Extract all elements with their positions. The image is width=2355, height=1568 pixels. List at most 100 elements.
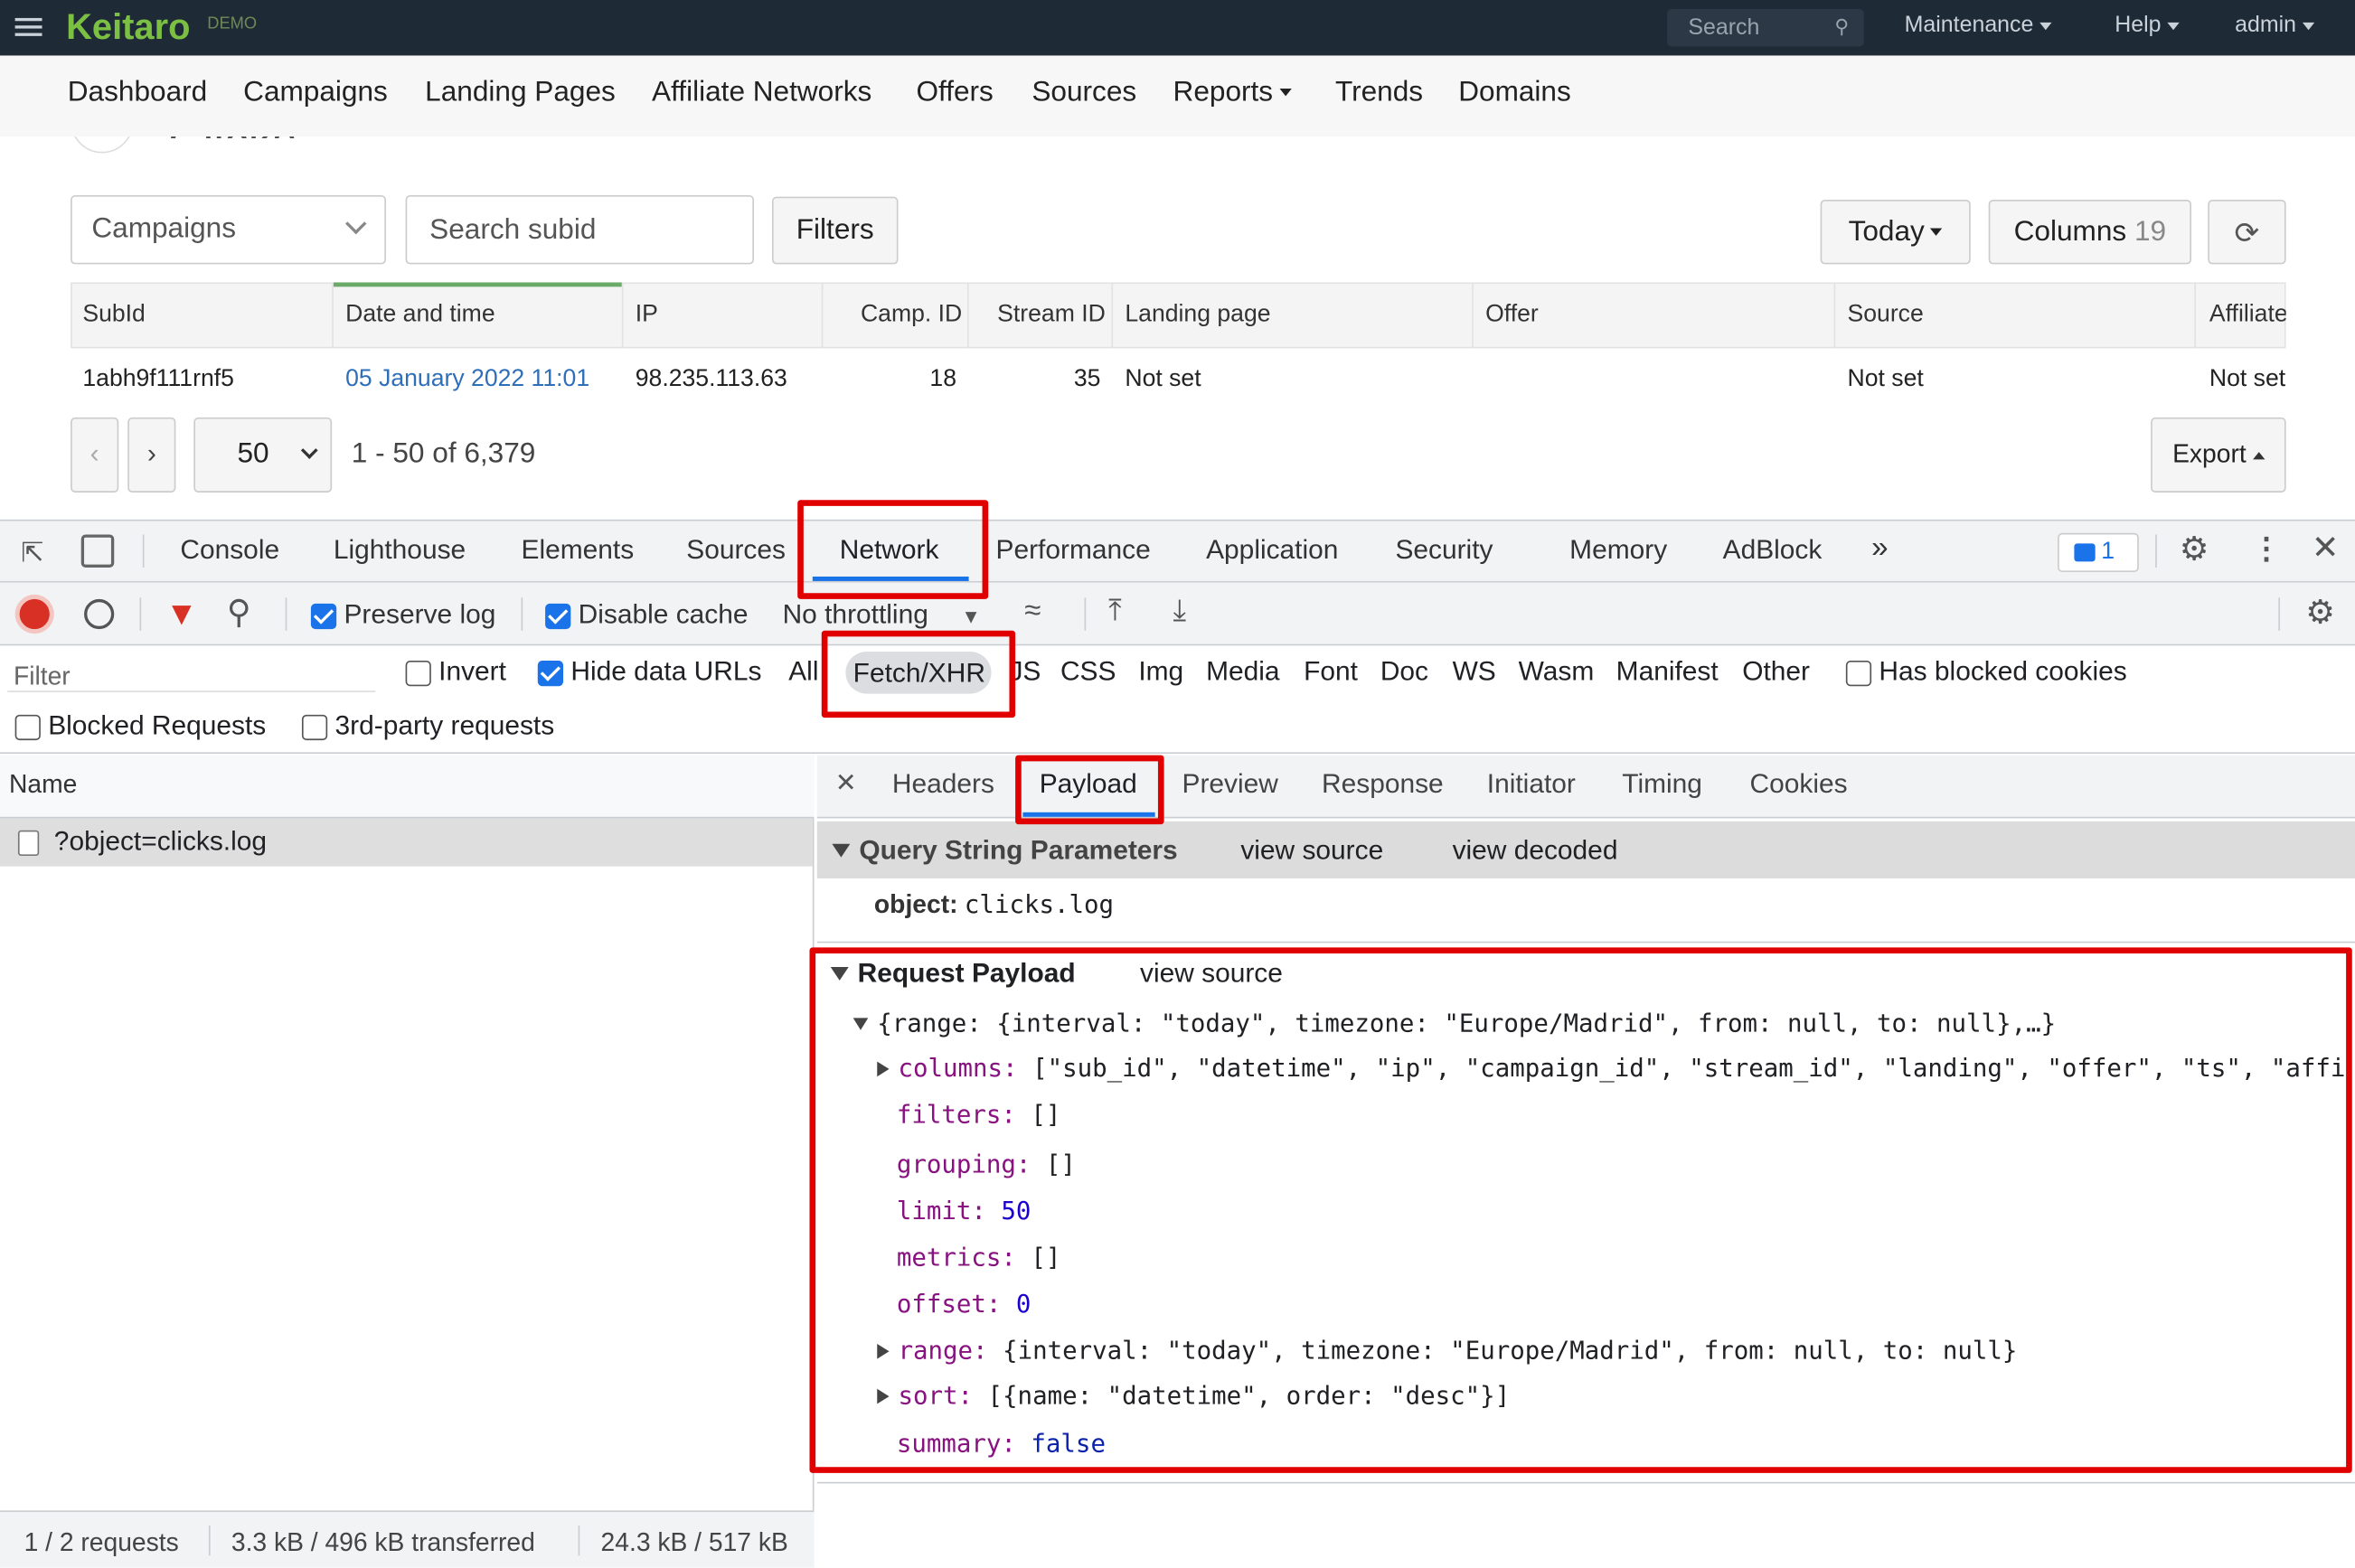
network-settings-gear-icon[interactable]: ⚙ xyxy=(2305,593,2335,632)
query-param-row: object: clicks.log xyxy=(874,890,1114,920)
request-row[interactable]: ?object=clicks.log xyxy=(0,818,813,867)
tab-performance[interactable]: Performance xyxy=(996,534,1151,566)
period-button[interactable]: Today xyxy=(1820,199,1971,265)
nav-landing-pages[interactable]: Landing Pages xyxy=(425,77,616,110)
third-party-checkbox[interactable]: 3rd-party requests xyxy=(301,710,554,742)
col-stream-id[interactable]: Stream ID xyxy=(997,302,1106,329)
nav-reports[interactable]: Reports xyxy=(1173,77,1292,110)
qs-view-source-link[interactable]: view source xyxy=(1240,835,1383,867)
col-subid[interactable]: SubId xyxy=(82,302,145,329)
nav-trends[interactable]: Trends xyxy=(1335,77,1423,110)
prev-page-button[interactable]: ‹ xyxy=(71,417,119,493)
close-devtools-icon[interactable]: ✕ xyxy=(2312,529,2340,568)
search-icon: ⚲ xyxy=(1834,14,1850,38)
col-source[interactable]: Source xyxy=(1848,302,1924,329)
col-datetime[interactable]: Date and time xyxy=(345,302,495,329)
columns-button[interactable]: Columns 19 xyxy=(1988,199,2191,265)
tab-headers[interactable]: Headers xyxy=(892,769,994,801)
filter-type-font[interactable]: Font xyxy=(1304,656,1358,688)
tab-lighthouse[interactable]: Lighthouse xyxy=(334,534,466,566)
campaign-select[interactable]: Campaigns xyxy=(71,194,386,265)
more-tabs-icon[interactable]: » xyxy=(1871,531,1888,566)
cell-source: Not set xyxy=(1847,366,1924,392)
next-page-button[interactable]: › xyxy=(127,417,176,493)
search-icon[interactable]: ⚲ xyxy=(227,593,251,632)
name-column-header[interactable]: Name xyxy=(0,755,815,819)
demo-badge: DEMO xyxy=(207,14,258,33)
filter-type-other[interactable]: Other xyxy=(1742,656,1810,688)
tab-response[interactable]: Response xyxy=(1322,769,1444,801)
tab-timing[interactable]: Timing xyxy=(1622,769,1702,801)
network-status-bar: 1 / 2 requests 3.3 kB / 496 kB transferr… xyxy=(0,1510,815,1568)
menu-icon[interactable] xyxy=(14,14,42,41)
tab-console[interactable]: Console xyxy=(180,534,279,566)
filter-input[interactable]: Filter xyxy=(7,653,376,692)
invert-checkbox[interactable]: Invert xyxy=(405,656,506,688)
tab-security[interactable]: Security xyxy=(1395,534,1493,566)
device-toolbar-icon[interactable] xyxy=(80,534,115,568)
filter-type-wasm[interactable]: Wasm xyxy=(1519,656,1595,688)
tab-initiator[interactable]: Initiator xyxy=(1487,769,1576,801)
record-icon[interactable] xyxy=(19,598,50,630)
maintenance-menu[interactable]: Maintenance xyxy=(1905,12,2052,38)
col-affiliate[interactable]: Affiliate xyxy=(2209,302,2286,329)
hide-data-urls-checkbox[interactable]: Hide data URLs xyxy=(537,656,761,688)
clear-icon[interactable] xyxy=(84,598,115,630)
more-options-icon[interactable]: ⋮ xyxy=(2251,530,2281,568)
brand-logo[interactable]: Keitaro xyxy=(66,7,190,50)
blocked-requests-checkbox[interactable]: Blocked Requests xyxy=(14,710,266,742)
filter-placeholder: Filter xyxy=(13,662,71,691)
nav-dashboard[interactable]: Dashboard xyxy=(68,77,207,110)
col-ip[interactable]: IP xyxy=(636,302,658,329)
help-menu[interactable]: Help xyxy=(2115,12,2180,38)
per-page-select[interactable]: 50 xyxy=(193,417,333,493)
tab-memory[interactable]: Memory xyxy=(1569,534,1667,566)
request-count: 1 / 2 requests xyxy=(24,1528,179,1557)
admin-menu[interactable]: admin xyxy=(2235,12,2314,38)
preserve-log-checkbox[interactable]: Preserve log xyxy=(310,599,495,631)
global-search-input[interactable]: Search ⚲ xyxy=(1667,8,1864,47)
clicks-table: SubId Date and time IP Camp. ID Stream I… xyxy=(71,282,2286,408)
filter-type-css[interactable]: CSS xyxy=(1060,656,1116,688)
refresh-button[interactable]: ⟳ xyxy=(2208,199,2286,265)
close-detail-icon[interactable]: ✕ xyxy=(835,769,857,799)
filter-type-ws[interactable]: WS xyxy=(1453,656,1496,688)
nav-campaigns[interactable]: Campaigns xyxy=(243,77,388,110)
nav-affiliate-networks[interactable]: Affiliate Networks xyxy=(652,77,871,110)
issues-badge[interactable]: 1 xyxy=(2058,532,2139,572)
inspect-element-icon[interactable]: ⇱ xyxy=(21,538,43,569)
filters-button[interactable]: Filters xyxy=(771,196,899,265)
tab-cookies[interactable]: Cookies xyxy=(1750,769,1848,801)
sort-indicator xyxy=(333,282,622,287)
col-offer[interactable]: Offer xyxy=(1485,302,1539,329)
col-landing-page[interactable]: Landing page xyxy=(1125,302,1270,329)
nav-domains[interactable]: Domains xyxy=(1458,77,1571,110)
settings-gear-icon[interactable]: ⚙ xyxy=(2180,530,2209,568)
disable-cache-checkbox[interactable]: Disable cache xyxy=(545,599,749,631)
nav-offers[interactable]: Offers xyxy=(916,77,993,110)
export-har-icon[interactable]: ⤓ xyxy=(1173,595,1187,629)
filter-type-media[interactable]: Media xyxy=(1206,656,1279,688)
query-string-section-header[interactable]: Query String Parameters view source view… xyxy=(816,821,2355,878)
filter-type-all[interactable]: All xyxy=(788,656,818,688)
qs-view-decoded-link[interactable]: view decoded xyxy=(1453,835,1618,867)
nav-sources[interactable]: Sources xyxy=(1031,77,1136,110)
search-subid-input[interactable]: Search subid xyxy=(405,194,755,265)
query-param-value: clicks.log xyxy=(964,890,1114,919)
throttling-select[interactable]: No throttling ▼ xyxy=(783,599,981,631)
filter-type-img[interactable]: Img xyxy=(1138,656,1183,688)
filter-type-manifest[interactable]: Manifest xyxy=(1616,656,1719,688)
import-har-icon[interactable]: ⤒ xyxy=(1108,595,1122,629)
has-blocked-cookies-checkbox[interactable]: Has blocked cookies xyxy=(1845,656,2127,688)
tab-elements[interactable]: Elements xyxy=(522,534,635,566)
tab-application[interactable]: Application xyxy=(1206,534,1338,566)
filter-type-doc[interactable]: Doc xyxy=(1380,656,1428,688)
cell-datetime-link[interactable]: 05 January 2022 11:01 xyxy=(345,366,589,393)
tab-adblock[interactable]: AdBlock xyxy=(1723,534,1823,566)
tab-preview[interactable]: Preview xyxy=(1182,769,1278,801)
network-conditions-icon[interactable]: ≈ xyxy=(1024,595,1041,629)
export-button[interactable]: Export xyxy=(2151,417,2286,493)
tab-sources[interactable]: Sources xyxy=(686,534,786,566)
filter-funnel-icon[interactable]: ▼ xyxy=(165,595,198,634)
col-camp-id[interactable]: Camp. ID xyxy=(861,302,962,329)
